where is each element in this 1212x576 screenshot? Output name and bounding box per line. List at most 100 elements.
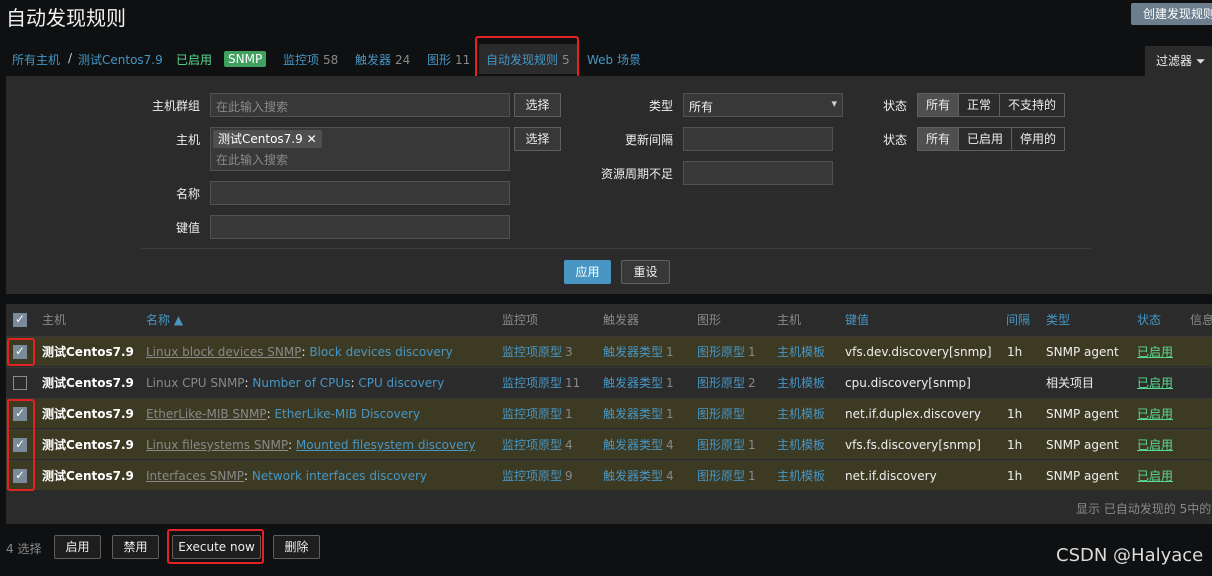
host-select-button[interactable]: 选择 [514, 127, 561, 151]
row-checkbox[interactable] [13, 406, 27, 421]
host-groups-select-button[interactable]: 选择 [514, 93, 561, 117]
name-input[interactable] [210, 181, 510, 205]
state-option-unsupported[interactable]: 不支持的 [1000, 94, 1065, 116]
row-checkbox[interactable] [13, 376, 27, 390]
nav-triggers-label: 触发器 [355, 53, 392, 67]
row-name-link[interactable]: CPU discovery [358, 376, 444, 390]
row-interval: 1h [1007, 407, 1023, 421]
row-template-link[interactable]: Linux block devices SNMP [146, 345, 301, 359]
row-trigger-prototypes-link[interactable]: 触发器类型 [603, 345, 663, 359]
row-status-toggle[interactable]: 已启用 [1137, 469, 1173, 483]
row-template-link[interactable]: Interfaces SNMP [146, 469, 244, 483]
delete-button[interactable]: 删除 [273, 535, 320, 559]
row-host: 测试Centos7.9 [42, 407, 134, 421]
host-groups-input[interactable]: 在此输入搜索 [210, 93, 510, 117]
nav-graphs-label: 图形 [427, 53, 452, 67]
row-trigger-prototypes-link[interactable]: 触发器类型 [603, 407, 663, 421]
row-item-prototypes-link[interactable]: 监控项原型 [502, 345, 562, 359]
column-info: 信息 [1190, 313, 1212, 327]
row-host-prototypes-link[interactable]: 主机模板 [777, 438, 825, 452]
row-host: 测试Centos7.9 [42, 345, 134, 359]
row-items-count: 3 [565, 345, 573, 359]
update-interval-input[interactable] [683, 127, 833, 151]
filter-tab[interactable]: 过滤器 ⏷ [1145, 46, 1212, 76]
apply-button[interactable]: 应用 [564, 260, 611, 284]
row-graph-prototypes-link[interactable]: 图形原型 [697, 469, 745, 483]
host-groups-label: 主机群组 [151, 99, 200, 113]
row-graphs-count: 1 [748, 438, 756, 452]
key-input[interactable] [210, 215, 510, 239]
nav-web-link[interactable]: Web 场景 [587, 51, 641, 68]
host-tag-label: 测试Centos7.9 [218, 132, 303, 146]
row-status-toggle[interactable]: 已启用 [1137, 438, 1173, 452]
nav-items-link[interactable]: 监控项 58 [283, 51, 338, 68]
row-checkbox[interactable] [13, 468, 27, 483]
row-triggers-count: 1 [666, 345, 674, 359]
column-status-sort[interactable]: 状态 [1137, 304, 1161, 336]
row-status-toggle[interactable]: 已启用 [1137, 376, 1173, 390]
row-graph-prototypes-link[interactable]: 图形原型 [697, 438, 745, 452]
row-item-prototypes-link[interactable]: 监控项原型 [502, 376, 562, 390]
row-trigger-prototypes-link[interactable]: 触发器类型 [603, 438, 663, 452]
nav-host-status[interactable]: 已启用 [176, 51, 212, 68]
host-search-placeholder: 在此输入搜索 [216, 153, 289, 167]
column-interval-sort[interactable]: 间隔 [1006, 304, 1030, 336]
row-master-item-link[interactable]: Number of CPUs [252, 376, 350, 390]
row-template-link[interactable]: Linux filesystems SNMP [146, 438, 288, 452]
state-option-all[interactable]: 所有 [918, 94, 960, 116]
row-name-link[interactable]: Block devices discovery [309, 345, 452, 359]
row-graphs-count: 1 [748, 469, 756, 483]
table-row: 测试Centos7.9 Linux filesystems SNMP: Moun… [6, 429, 1212, 459]
disable-button[interactable]: 禁用 [112, 535, 159, 559]
row-checkbox[interactable] [13, 344, 27, 359]
remove-tag-icon[interactable]: ✕ [307, 132, 317, 146]
row-host-prototypes-link[interactable]: 主机模板 [777, 407, 825, 421]
status-option-all[interactable]: 所有 [918, 128, 960, 150]
row-graph-prototypes-link[interactable]: 图形原型 [697, 345, 745, 359]
row-status-toggle[interactable]: 已启用 [1137, 345, 1173, 359]
execute-now-button[interactable]: Execute now [172, 535, 261, 559]
filter-divider [141, 248, 1091, 249]
chevron-down-icon: ▾ [831, 97, 837, 110]
row-trigger-prototypes-link[interactable]: 触发器类型 [603, 376, 663, 390]
row-template-link[interactable]: Linux CPU SNMP [146, 376, 245, 390]
row-host-prototypes-link[interactable]: 主机模板 [777, 376, 825, 390]
row-triggers-count: 1 [666, 376, 674, 390]
reset-button[interactable]: 重设 [621, 260, 670, 284]
row-item-prototypes-link[interactable]: 监控项原型 [502, 438, 562, 452]
column-key-sort[interactable]: 键值 [845, 304, 869, 336]
row-name-link[interactable]: EtherLike-MIB Discovery [274, 407, 420, 421]
nav-discovery-label: 自动发现规则 [486, 53, 559, 67]
nav-discovery-link[interactable]: 自动发现规则 5 [486, 51, 570, 68]
state-option-normal[interactable]: 正常 [959, 94, 1001, 116]
column-host: 主机 [42, 313, 67, 327]
row-trigger-prototypes-link[interactable]: 触发器类型 [603, 469, 663, 483]
row-name-link[interactable]: Network interfaces discovery [252, 469, 427, 483]
row-host: 测试Centos7.9 [42, 376, 134, 390]
row-template-link[interactable]: EtherLike-MIB SNMP [146, 407, 267, 421]
row-graph-prototypes-link[interactable]: 图形原型 [697, 407, 745, 421]
row-host-prototypes-link[interactable]: 主机模板 [777, 345, 825, 359]
column-type-sort[interactable]: 类型 [1046, 304, 1070, 336]
row-item-prototypes-link[interactable]: 监控项原型 [502, 407, 562, 421]
nav-host-link[interactable]: 测试Centos7.9 [78, 51, 163, 68]
row-status-toggle[interactable]: 已启用 [1137, 407, 1173, 421]
row-name-link[interactable]: Mounted filesystem discovery [296, 438, 476, 452]
row-graph-prototypes-link[interactable]: 图形原型 [697, 376, 745, 390]
status-option-disabled[interactable]: 停用的 [1012, 128, 1065, 150]
type-select[interactable]: 所有 ▾ [683, 93, 843, 117]
keep-lost-input[interactable] [683, 161, 833, 185]
enable-button[interactable]: 启用 [54, 535, 101, 559]
row-checkbox[interactable] [13, 437, 27, 452]
create-discovery-rule-button[interactable]: 创建发现规则 [1131, 3, 1212, 25]
nav-triggers-link[interactable]: 触发器 24 [355, 51, 410, 68]
row-host-prototypes-link[interactable]: 主机模板 [777, 469, 825, 483]
column-name-sort[interactable]: 名称 ▲ [146, 304, 183, 336]
row-item-prototypes-link[interactable]: 监控项原型 [502, 469, 562, 483]
nav-all-hosts-link[interactable]: 所有主机 [12, 51, 60, 68]
row-interval: 1h [1007, 438, 1023, 452]
row-key: cpu.discovery[snmp] [845, 376, 971, 390]
nav-graphs-link[interactable]: 图形 11 [427, 51, 470, 68]
select-all-checkbox[interactable] [13, 312, 27, 327]
status-option-enabled[interactable]: 已启用 [959, 128, 1013, 150]
